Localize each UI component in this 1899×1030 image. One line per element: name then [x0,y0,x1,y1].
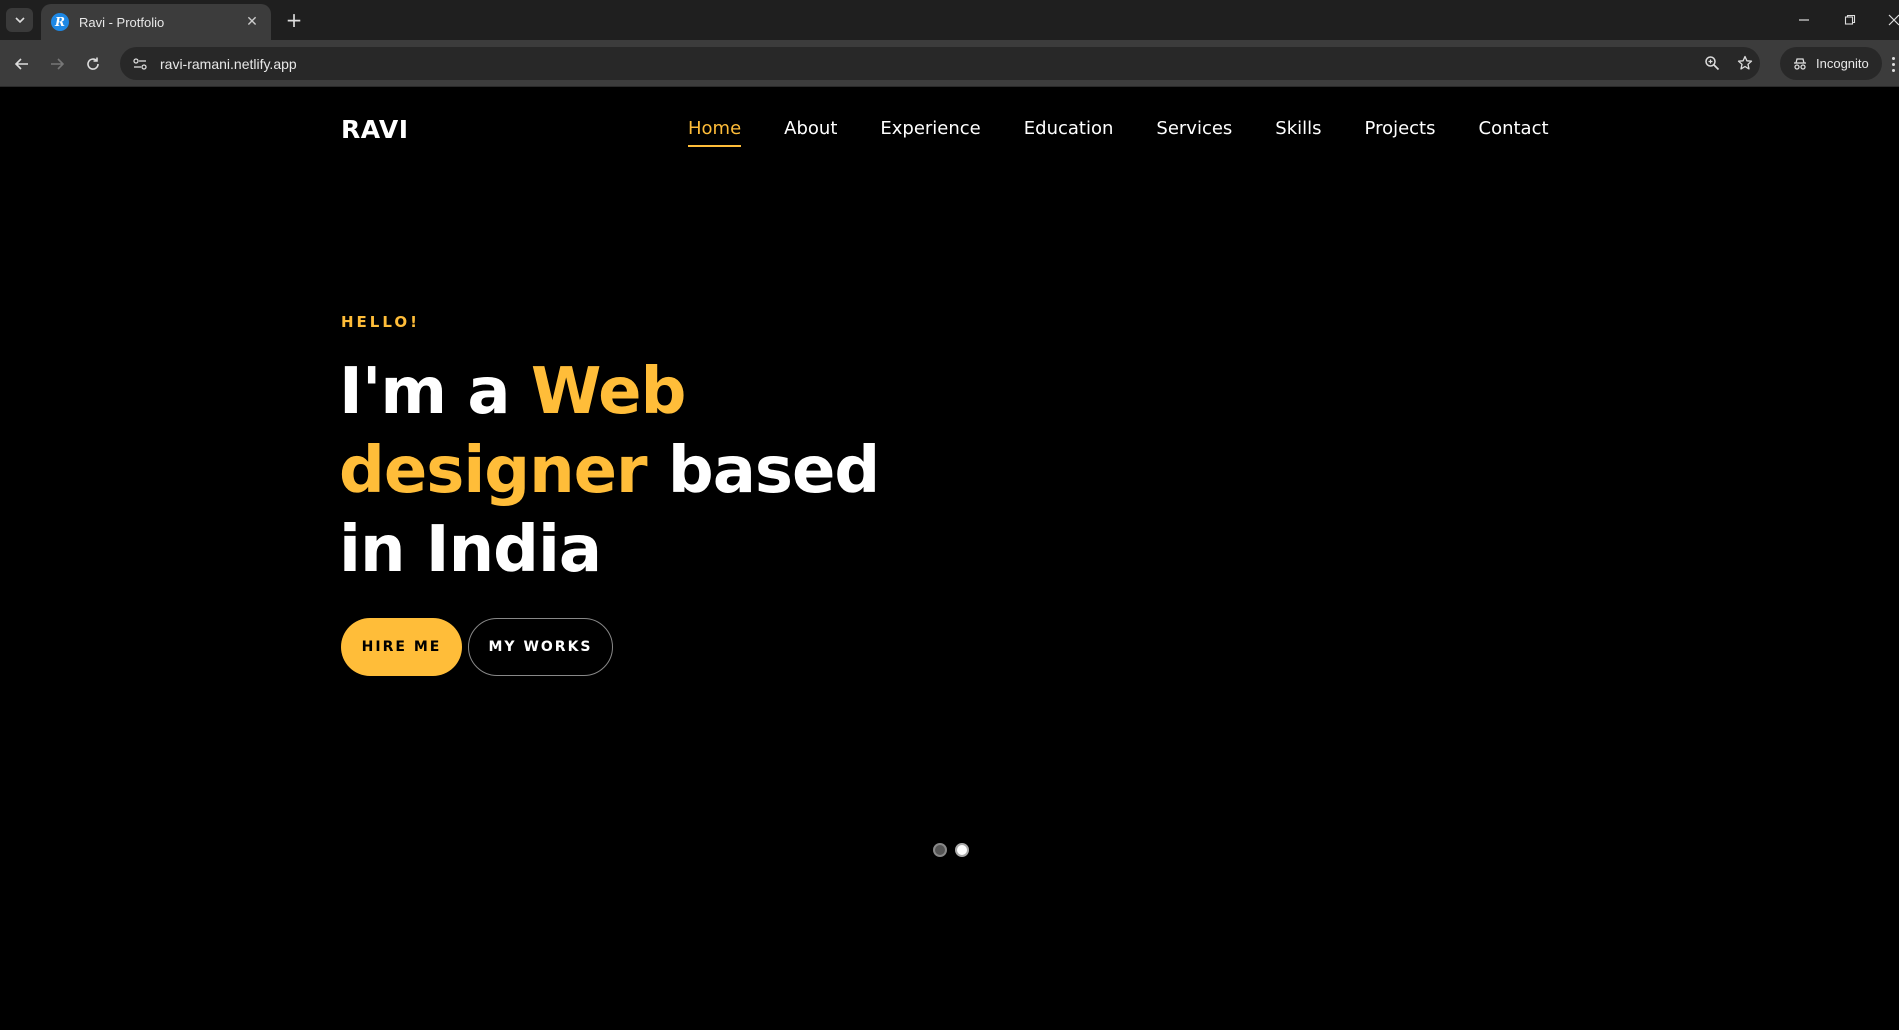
site-settings-icon[interactable] [128,52,152,76]
minimize-icon[interactable] [1792,8,1816,32]
nav-contact[interactable]: Contact [1479,118,1549,147]
nav-home[interactable]: Home [688,118,742,147]
zoom-icon[interactable] [1700,51,1724,75]
address-bar[interactable]: ravi-ramani.netlify.app [120,47,1760,80]
hire-me-button[interactable]: HIRE ME [341,618,462,676]
browser-toolbar: ravi-ramani.netlify.app Incognito [0,40,1899,87]
slider-pagination [933,843,969,857]
page-content: RAVI Home About Experience Education Ser… [0,88,1899,1030]
hero-greeting: HELLO! [341,313,420,331]
site-logo[interactable]: RAVI [341,115,409,144]
main-nav: Home About Experience Education Services… [688,118,1549,147]
restore-icon[interactable] [1838,8,1862,32]
nav-skills[interactable]: Skills [1275,118,1321,147]
chevron-down-icon [14,17,25,24]
bookmark-star-icon[interactable] [1733,51,1757,75]
browser-tab[interactable]: R Ravi - Protfolio ✕ [41,4,271,40]
nav-experience[interactable]: Experience [880,118,980,147]
nav-education[interactable]: Education [1024,118,1114,147]
tab-search-button[interactable] [6,8,33,32]
incognito-indicator[interactable]: Incognito [1780,47,1882,80]
forward-icon[interactable] [45,52,69,76]
slider-dot-2[interactable] [955,843,969,857]
back-icon[interactable] [10,52,34,76]
incognito-label: Incognito [1816,56,1869,71]
close-tab-icon[interactable]: ✕ [243,14,261,30]
hero-headline: I'm a Web designer based in India [339,353,959,590]
favicon-icon: R [51,13,69,31]
tab-title: Ravi - Protfolio [79,14,165,30]
slider-dot-1[interactable] [933,843,947,857]
headline-text: I'm a [339,355,531,429]
reload-icon[interactable] [81,52,105,76]
nav-services[interactable]: Services [1156,118,1232,147]
nav-projects[interactable]: Projects [1365,118,1436,147]
browser-menu-icon[interactable] [1888,52,1899,76]
browser-tab-bar: R Ravi - Protfolio ✕ + [0,0,1899,40]
close-window-icon[interactable] [1882,8,1899,32]
my-works-button[interactable]: MY WORKS [468,618,613,676]
url-text[interactable]: ravi-ramani.netlify.app [160,56,297,72]
nav-about[interactable]: About [784,118,837,147]
new-tab-button[interactable]: + [282,8,306,32]
incognito-icon [1794,57,1806,70]
